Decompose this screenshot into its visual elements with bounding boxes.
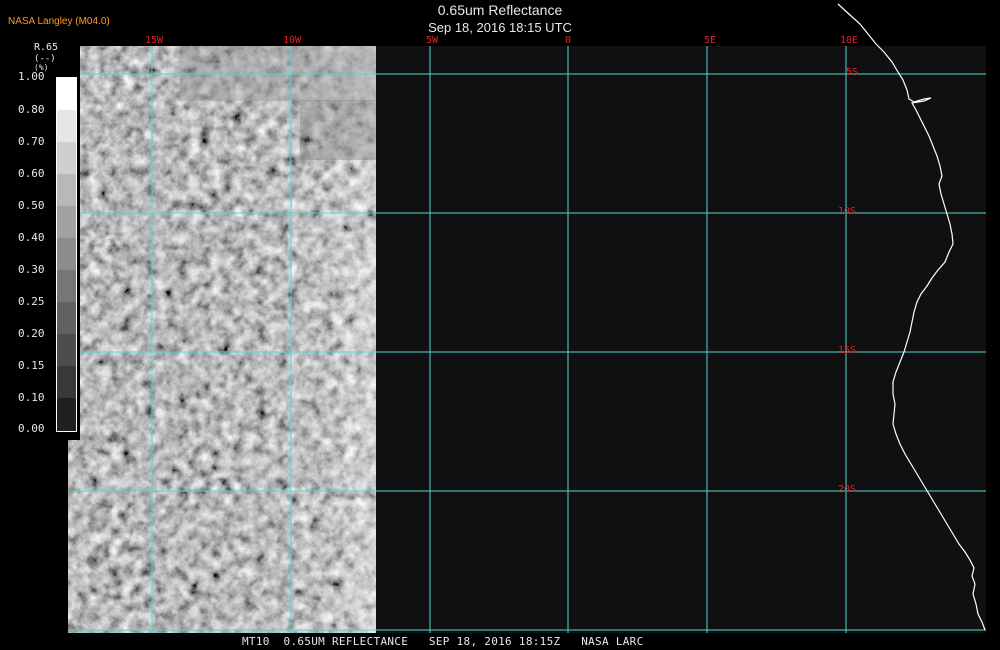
lon-label-15w: 15W (145, 35, 164, 46)
legend-tick: 0.30 (18, 263, 45, 276)
lat-label-15s: 15S (838, 345, 857, 356)
legend-tick: 0.20 (18, 327, 45, 340)
legend-tick: 0.15 (18, 359, 45, 372)
lon-label-0: 0 (565, 35, 572, 46)
legend-tick: 0.40 (18, 231, 45, 244)
footer-bar: MT10 0.65UM REFLECTANCE SEP 18, 2016 18:… (0, 633, 1000, 650)
footer-caption: MT10 0.65UM REFLECTANCE SEP 18, 2016 18:… (242, 635, 644, 648)
lon-label-5w: 5W (426, 35, 439, 46)
satellite-map (68, 3, 986, 633)
lat-label-20s: 20S (838, 484, 857, 495)
reflectance-legend: R.65 (--) (%) 1.00 0.80 0.70 0.60 0.50 0… (0, 42, 80, 440)
lat-label-5s: 5S (846, 67, 859, 78)
legend-tick: 0.10 (18, 391, 45, 404)
lon-label-10w: 10W (283, 35, 302, 46)
legend-tick: 0.60 (18, 167, 45, 180)
lon-label-10e: 10E (840, 35, 859, 46)
legend-color-bar (56, 77, 77, 432)
legend-tick: 0.80 (18, 103, 45, 116)
cloud-deck-patch (300, 100, 376, 160)
legend-tick: 1.00 (18, 70, 45, 83)
lon-label-5e: 5E (704, 35, 717, 46)
legend-tick: 0.25 (18, 295, 45, 308)
lat-label-10s: 10S (838, 206, 857, 217)
legend-tick: 0.50 (18, 199, 45, 212)
legend-tick: 0.00 (18, 422, 45, 435)
legend-title: R.65 (34, 42, 59, 53)
legend-tick: 0.70 (18, 135, 45, 148)
